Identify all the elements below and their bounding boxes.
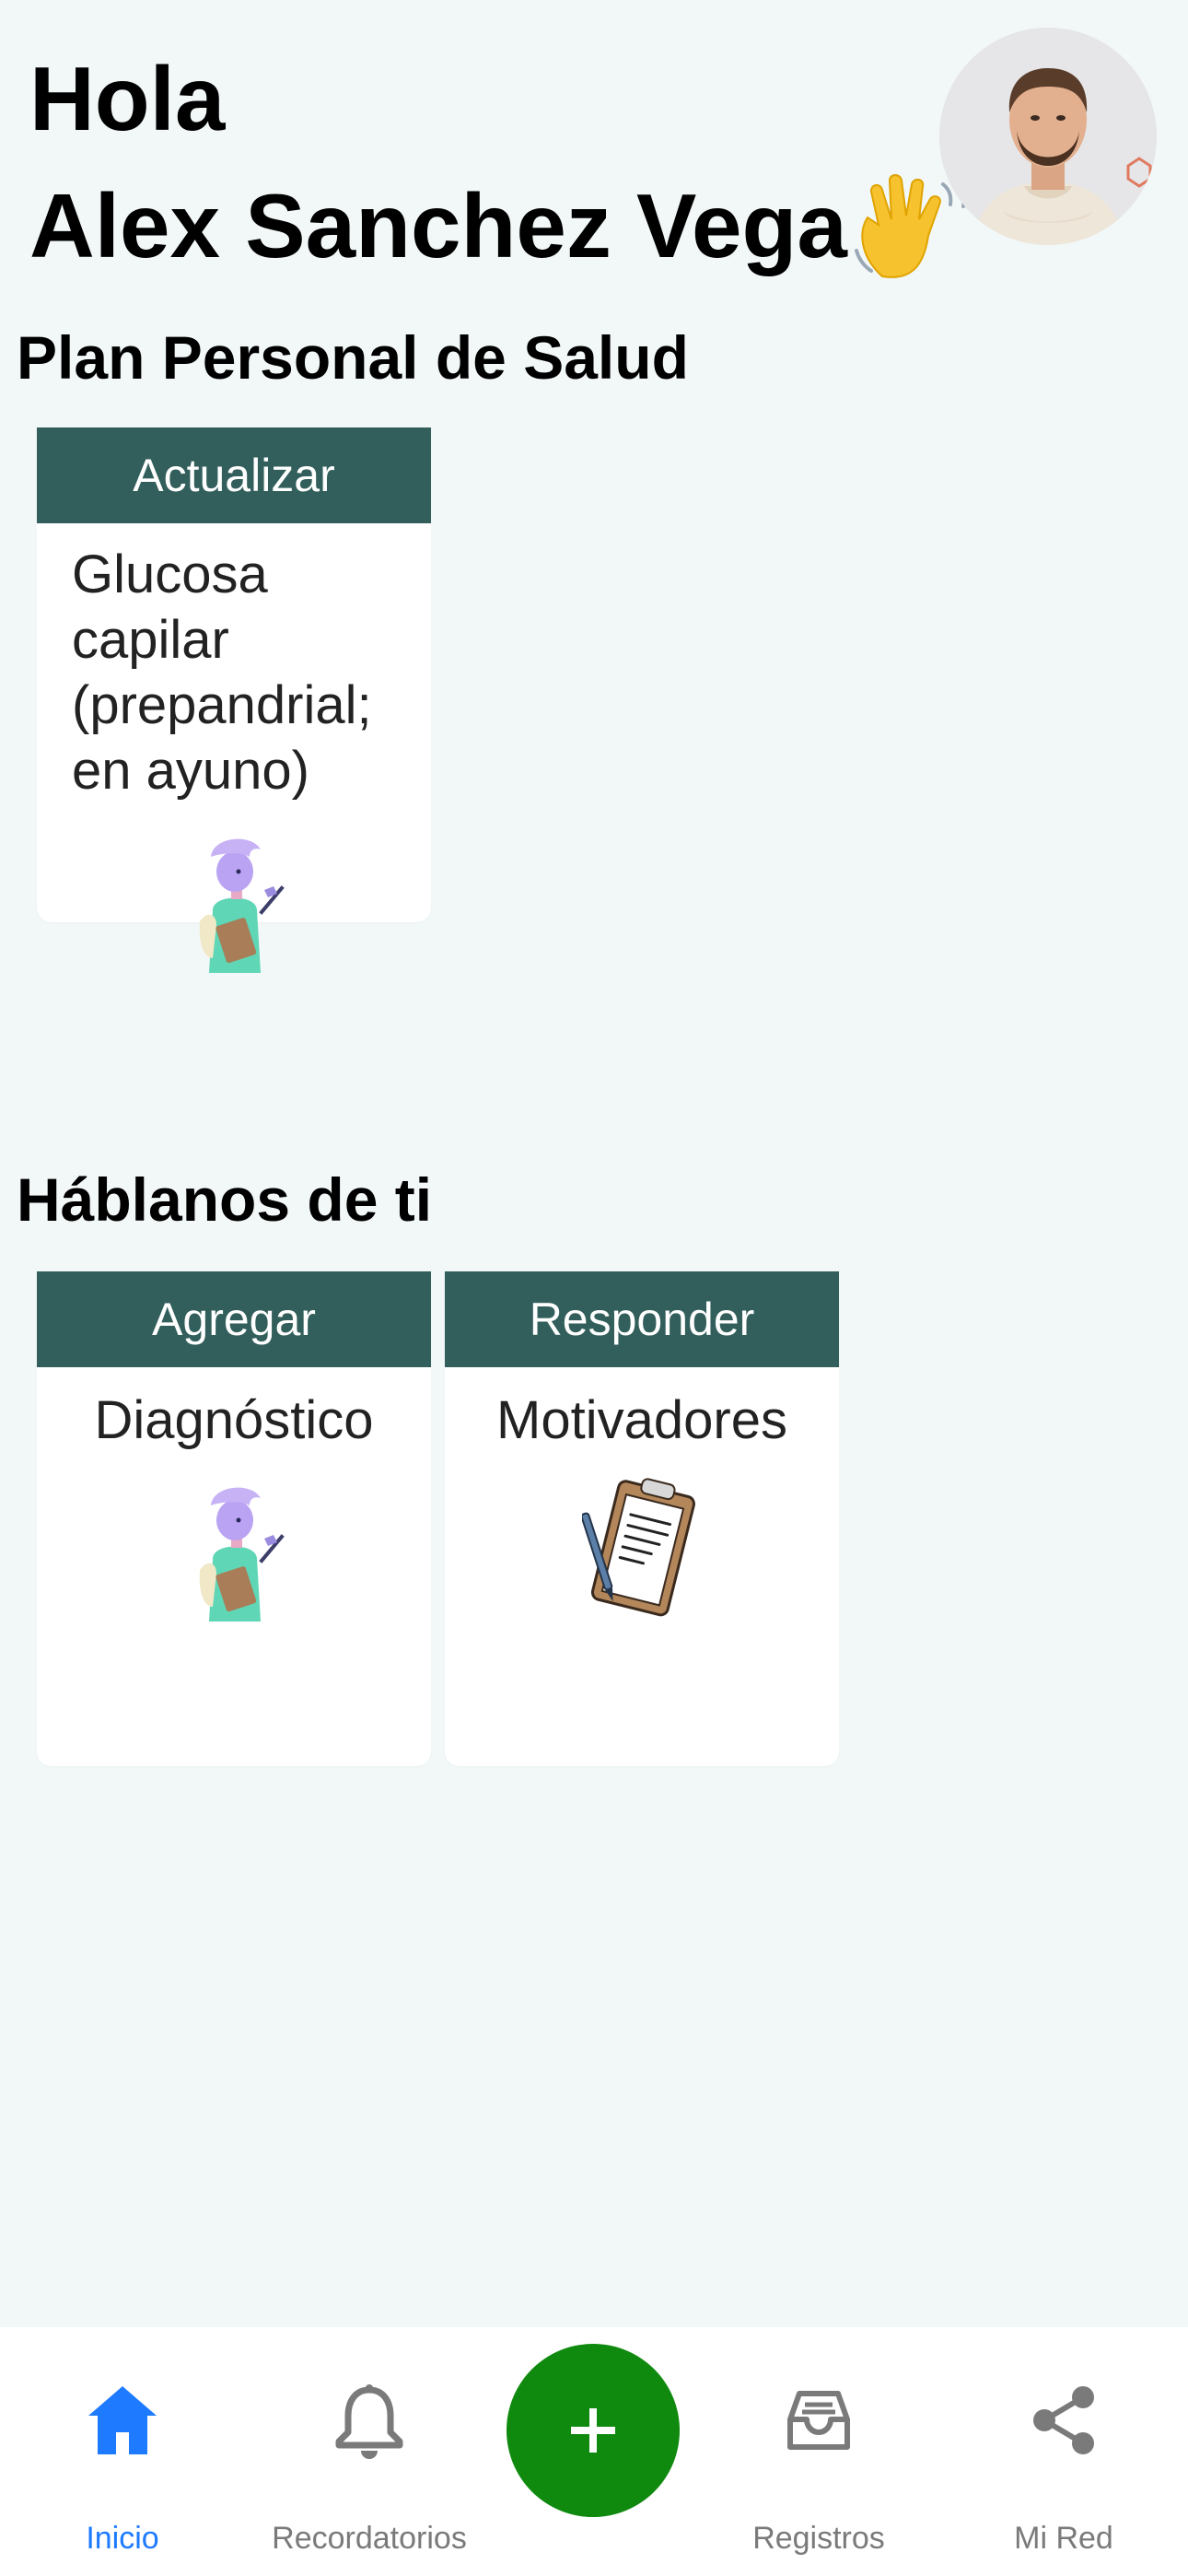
add-button[interactable]	[507, 2344, 680, 2517]
card-label: Motivadores	[496, 1390, 787, 1450]
nav-label: Mi Red	[1014, 2521, 1113, 2556]
nav-item-registros[interactable]: Registros	[700, 2327, 938, 2576]
section-title-plan: Plan Personal de Salud	[17, 323, 689, 392]
greeting-text: Hola	[29, 48, 226, 149]
doctor-illustration	[199, 838, 285, 973]
avatar[interactable]	[939, 28, 1157, 245]
home-icon	[88, 2386, 157, 2454]
nav-item-recordatorios[interactable]: Recordatorios	[250, 2327, 488, 2576]
clipboard-illustration	[582, 1478, 695, 1617]
inbox-icon	[787, 2391, 850, 2450]
share-icon	[1033, 2386, 1094, 2454]
user-photo	[939, 28, 1157, 245]
nav-label: Recordatorios	[272, 2521, 467, 2556]
card-action-button[interactable]: Agregar	[37, 1271, 431, 1367]
card-label: Diagnóstico	[94, 1390, 374, 1450]
card-action-button[interactable]: Actualizar	[37, 427, 431, 523]
section-title-about: Háblanos de ti	[17, 1165, 433, 1234]
user-name: Alex Sanchez Vega	[29, 175, 847, 276]
plan-card-glucosa[interactable]: Actualizar Glucosa capilar (prepandrial;…	[37, 427, 431, 973]
nav-label: Inicio	[86, 2521, 159, 2556]
card-label: Glucosa capilar (prepandrial; en ayuno)	[72, 544, 372, 801]
doctor-illustration	[199, 1487, 285, 1622]
nav-item-mi-red[interactable]: Mi Red	[945, 2327, 1182, 2576]
card-action-button[interactable]: Responder	[445, 1271, 839, 1367]
plus-icon	[571, 2408, 615, 2453]
about-card-motivadores[interactable]: Responder Motivadores	[445, 1271, 839, 1766]
nav-label: Registros	[752, 2521, 885, 2556]
nav-item-inicio[interactable]: Inicio	[4, 2327, 241, 2576]
bell-icon	[335, 2384, 403, 2459]
about-card-diagnostico[interactable]: Agregar Diagnóstico	[37, 1271, 431, 1766]
